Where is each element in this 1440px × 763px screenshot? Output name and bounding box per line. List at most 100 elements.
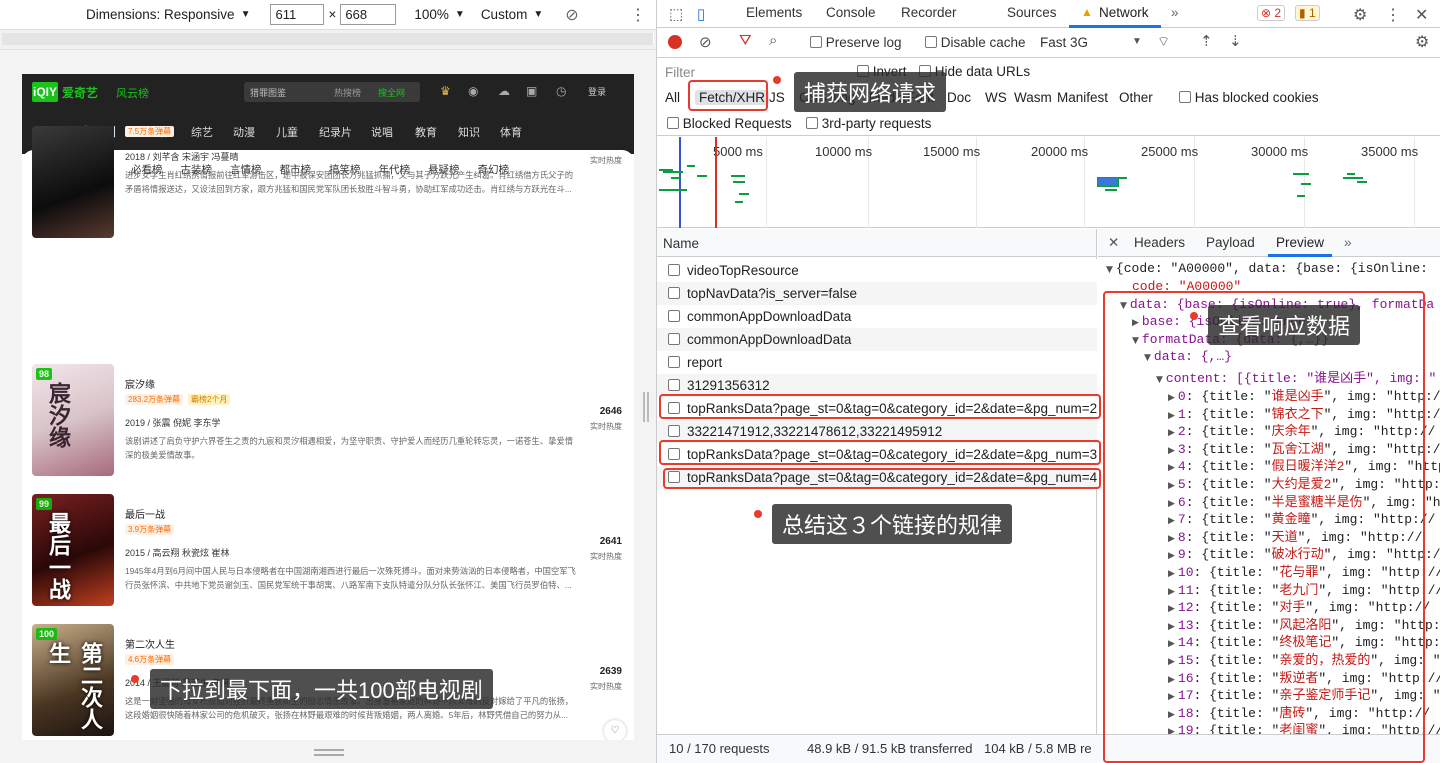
viewport-width-input[interactable] <box>270 4 325 25</box>
more-detail-tabs-icon[interactable]: » <box>1344 235 1352 250</box>
caret-down-icon: ▼ <box>454 9 465 20</box>
request-row[interactable]: topNavData?is_server=false <box>657 282 1097 305</box>
drama-title[interactable]: 第二次人生 <box>125 636 175 651</box>
error-count-badge[interactable]: ⊗ 2 <box>1257 5 1286 21</box>
export-har-icon[interactable]: ⇣ <box>1229 32 1242 50</box>
inspect-icon[interactable]: ⬚ <box>669 5 683 23</box>
record-icon[interactable] <box>668 35 682 49</box>
request-row[interactable]: videoTopResource <box>657 259 1097 282</box>
tab-recorder[interactable]: Recorder <box>901 5 957 20</box>
type-filter-7[interactable]: Doc <box>947 90 971 105</box>
search-box[interactable]: 猎罪图鉴 热搜榜 搜全网 <box>244 82 420 102</box>
danmu-count: 283.2万条弹幕 <box>128 395 181 404</box>
search-icon[interactable]: ⌕ <box>769 32 777 49</box>
preserve-log-checkbox[interactable]: Preserve log <box>810 35 902 50</box>
drama-title[interactable]: 最后一战 <box>125 506 165 521</box>
ranking-card: 热播榜飙升榜必看榜古装榜言情榜都市榜搞笑榜年代榜悬疑榜奇幻榜 7.5万条弹幕20… <box>22 126 634 740</box>
viewport-height-input[interactable] <box>340 4 397 25</box>
more-tabs-icon[interactable]: » <box>1171 5 1179 20</box>
throttling-select[interactable]: Fast 3G <box>1040 35 1088 50</box>
score-badge: 100 <box>36 628 58 640</box>
tab-headers[interactable]: Headers <box>1134 235 1185 250</box>
more-options-icon[interactable]: ⋮ <box>630 5 646 25</box>
type-filter-0[interactable]: All <box>665 90 680 105</box>
game-icon[interactable]: ◉ <box>468 84 478 98</box>
request-type-icon <box>668 356 680 368</box>
settings-gear-icon[interactable]: ⚙ <box>1353 5 1367 25</box>
request-row[interactable]: report <box>657 351 1097 374</box>
panel-splitter[interactable] <box>643 392 649 422</box>
drama-poster[interactable]: 98 宸汐缘 <box>32 364 114 476</box>
drama-poster[interactable]: 100 第二次人生 <box>32 624 114 736</box>
type-filter-11[interactable]: Other <box>1119 90 1153 105</box>
blocked-requests-checkbox[interactable]: Blocked Requests <box>667 116 792 131</box>
type-filter-10[interactable]: Manifest <box>1057 90 1108 105</box>
drama-title[interactable]: 宸汐缘 <box>125 376 155 391</box>
chevron-down-icon: ▼ <box>1132 36 1142 47</box>
message-icon[interactable]: ▣ <box>526 84 537 98</box>
tab-elements[interactable]: Elements <box>746 5 802 20</box>
request-row[interactable]: commonAppDownloadData <box>657 328 1097 351</box>
upload-icon[interactable]: ☁ <box>498 84 510 98</box>
json-tree-line[interactable]: ▼ {code: "A00000", data: {base: {isOnline… <box>1106 261 1428 276</box>
hide-data-urls-label: Hide data URLs <box>934 64 1031 79</box>
request-count: 10 / 170 requests <box>669 741 770 756</box>
tab-preview[interactable]: Preview <box>1276 235 1324 250</box>
drama-item[interactable]: 99 最后一战 最后一战 3.9万条弹幕 2015 / 高云翔 秋瓷炫 崔林 1945年4… <box>32 494 622 606</box>
network-conditions-icon[interactable]: ⌔ <box>1157 33 1170 51</box>
ruler-segment <box>2 33 654 45</box>
filter-input[interactable]: Filter <box>665 65 695 80</box>
tab-payload[interactable]: Payload <box>1206 235 1255 250</box>
type-filter-8[interactable]: WS <box>985 90 1007 105</box>
rotate-icon[interactable]: ⊘ <box>565 5 578 25</box>
section-title[interactable]: 风云榜 <box>116 85 149 101</box>
history-icon[interactable]: ◷ <box>556 84 566 98</box>
import-har-icon[interactable]: ⇡ <box>1200 32 1213 50</box>
blocked-cookies-checkbox[interactable]: Has blocked cookies <box>1179 90 1319 105</box>
expand-caret-open-icon[interactable]: ▼ <box>1106 265 1113 275</box>
request-type-icon <box>668 310 680 322</box>
network-settings-icon[interactable]: ⚙ <box>1415 32 1429 52</box>
drama-item[interactable]: 7.5万条弹幕 2018 / 刘芊含 宋涵宇 冯蔓晴 进步女学生肖红绣携情报前往红军… <box>32 126 622 238</box>
throttle-dropdown[interactable]: Custom <box>481 7 528 22</box>
tab-sources[interactable]: Sources <box>1007 5 1057 20</box>
timeline-request-bar <box>1301 183 1311 185</box>
drama-poster[interactable] <box>32 126 114 238</box>
more-vertical-icon[interactable]: ⋮ <box>1385 5 1401 25</box>
resize-handle[interactable] <box>314 749 344 756</box>
close-icon[interactable]: ✕ <box>1415 5 1428 25</box>
timeline-tick-label: 20000 ms <box>1031 144 1089 159</box>
warning-count-badge[interactable]: ▮ 1 <box>1295 5 1320 21</box>
clear-icon[interactable]: ⊘ <box>699 33 712 51</box>
search-input[interactable]: 猎罪图鉴 <box>250 86 286 99</box>
tab-network[interactable]: Network <box>1099 5 1149 20</box>
iqiyi-logo[interactable]: iQIY <box>32 82 58 102</box>
login-link[interactable]: 登录 <box>588 85 606 98</box>
drama-item[interactable]: 98 宸汐缘 宸汐缘 283.2万条弹幕 霸榜2个月 2019 / 张震 倪妮 李东学 该剧… <box>32 364 622 476</box>
timeline-tick-label: 25000 ms <box>1141 144 1199 159</box>
poster-title-art: 最后一战 <box>45 512 71 600</box>
hot-search-label[interactable]: 热搜榜 <box>334 86 361 99</box>
dimensions-dropdown[interactable]: Dimensions: Responsive <box>86 7 235 22</box>
disable-cache-checkbox[interactable]: Disable cache <box>925 35 1026 50</box>
type-filter-9[interactable]: Wasm <box>1014 90 1052 105</box>
name-column-header[interactable]: Name <box>657 229 1096 257</box>
feedback-icon[interactable]: ♡ <box>604 720 626 740</box>
vip-crown-icon[interactable]: ♛ <box>440 84 451 98</box>
timeline-overview[interactable]: 5000 ms 10000 ms 15000 ms 20000 ms 25000 ms 3… <box>657 137 1440 228</box>
device-toggle-icon[interactable]: ▯ <box>697 5 705 23</box>
filter-funnel-icon[interactable]: ⛛ <box>739 32 752 49</box>
tab-console[interactable]: Console <box>826 5 876 20</box>
request-type-icon <box>668 379 680 391</box>
request-row[interactable]: commonAppDownloadData <box>657 305 1097 328</box>
score-badge: 98 <box>36 368 53 380</box>
drama-poster[interactable]: 99 最后一战 <box>32 494 114 606</box>
zoom-dropdown[interactable]: 100% <box>414 7 449 22</box>
filter-bar: Filter Invert Hide data URLs AllFetch/XH… <box>657 58 1440 136</box>
close-detail-icon[interactable]: ✕ <box>1108 235 1119 251</box>
type-filter-2[interactable]: JS <box>769 90 785 105</box>
emulated-viewport: iQIY 爱奇艺 风云榜 猎罪图鉴 热搜榜 搜全网 ♛ ◉ ☁ ▣ ◷ 登录 总… <box>22 74 634 740</box>
third-party-checkbox[interactable]: 3rd-party requests <box>806 116 931 131</box>
highlight-response-data <box>1103 291 1425 763</box>
search-button[interactable]: 搜全网 <box>378 86 405 99</box>
